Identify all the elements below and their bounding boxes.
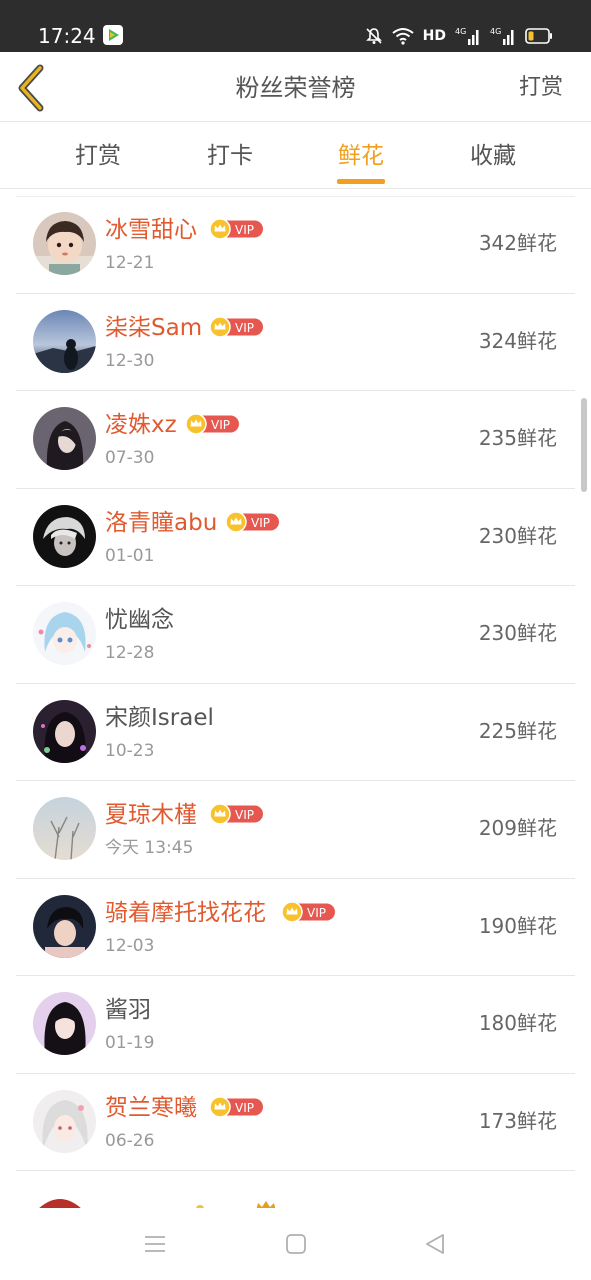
list-item[interactable]: 冰雪甜心 VIP 12-21 342鲜花 xyxy=(0,196,591,294)
tab-checkin[interactable]: 打卡 xyxy=(180,141,280,171)
vip-badge: VIP xyxy=(224,510,280,533)
fan-name[interactable]: 贺兰寒曦 xyxy=(105,1093,197,1123)
battery-icon xyxy=(525,28,553,44)
tab-favorites[interactable]: 收藏 xyxy=(443,141,543,171)
vip-badge: VIP xyxy=(280,900,336,923)
fan-name[interactable]: 骑着摩托找花花 xyxy=(105,898,266,928)
list-item[interactable]: 夏琼木槿 VIP 今天 13:45 209鲜花 xyxy=(0,781,591,879)
vip-label: VIP xyxy=(235,223,254,237)
reward-button[interactable]: 打赏 xyxy=(519,72,563,104)
avatar[interactable] xyxy=(33,309,96,373)
vip-badge: VIP xyxy=(184,413,240,435)
fan-name[interactable]: 洛青瞳abu xyxy=(105,508,217,538)
list-item[interactable]: 酱羽 01-19 180鲜花 xyxy=(0,976,591,1074)
fan-name[interactable]: 凌姝xz xyxy=(105,410,177,440)
svg-text:4G: 4G xyxy=(490,27,501,36)
fan-name[interactable]: 冰雪甜心 xyxy=(105,215,197,245)
list-item[interactable]: 柒柒Sam VIP 12-30 324鲜花 xyxy=(0,294,591,391)
avatar[interactable] xyxy=(33,602,96,665)
status-bar: 17:24 HD 4G 4G xyxy=(0,0,591,52)
menu-icon[interactable] xyxy=(143,1232,167,1256)
avatar[interactable] xyxy=(33,699,96,763)
flower-count: 173鲜花 xyxy=(478,1108,557,1133)
flower-count: 190鲜花 xyxy=(478,913,557,938)
avatar[interactable] xyxy=(33,797,96,860)
fan-date: 12-21 xyxy=(105,253,155,273)
avatar[interactable] xyxy=(33,407,96,470)
vip-label: VIP xyxy=(251,516,270,530)
avatar[interactable] xyxy=(33,504,96,568)
tab-reward[interactable]: 打赏 xyxy=(48,141,148,171)
fan-name[interactable]: 宋颜Israel xyxy=(105,703,214,733)
signal-4g-icon: 4G xyxy=(490,26,516,46)
fan-date: 12-30 xyxy=(105,350,155,371)
flower-count: 324鲜花 xyxy=(478,328,557,353)
vip-label: VIP xyxy=(235,321,254,335)
vip-badge: VIP xyxy=(208,218,264,240)
list-item[interactable]: 骑着摩托找花花 VIP 12-03 190鲜花 xyxy=(0,879,591,976)
active-tab-indicator xyxy=(337,179,385,184)
list-item[interactable]: 凌姝xz VIP 07-30 235鲜花 xyxy=(0,391,591,489)
fan-date: 12-03 xyxy=(105,935,155,956)
fan-date: 01-01 xyxy=(105,545,155,566)
fan-ranking-list[interactable]: 冰雪甜心 VIP 12-21 342鲜花 柒柒Sam VIP 12-30 324… xyxy=(0,196,591,1208)
fan-name[interactable]: 柒柒Sam xyxy=(105,313,202,343)
avatar[interactable] xyxy=(33,894,96,958)
app-badge-icon xyxy=(103,25,123,45)
fan-date: 06-26 xyxy=(105,1130,155,1151)
vip-label: VIP xyxy=(307,906,326,920)
fan-date: 07-30 xyxy=(105,448,155,468)
list-item[interactable]: 宋颜Israel 10-23 225鲜花 xyxy=(0,684,591,781)
fan-name[interactable]: 酱羽 xyxy=(105,995,151,1025)
fan-date: 01-19 xyxy=(105,1033,155,1053)
vip-label: VIP xyxy=(211,418,230,432)
fan-date: 10-23 xyxy=(105,740,155,761)
avatar[interactable] xyxy=(33,212,96,275)
flower-count: 209鲜花 xyxy=(478,816,557,840)
list-item[interactable]: 贺兰寒曦 VIP 06-26 173鲜花 xyxy=(0,1074,591,1171)
mute-bell-icon xyxy=(365,27,383,45)
flower-count: 230鲜花 xyxy=(478,523,557,548)
vip-label: VIP xyxy=(235,1101,254,1115)
fan-name[interactable]: 夏琼木槿 xyxy=(105,800,197,830)
fan-name[interactable]: 忧幽念 xyxy=(105,605,174,635)
flower-count: 225鲜花 xyxy=(478,718,557,743)
vip-label: VIP xyxy=(235,808,254,822)
signal-4g-icon: 4G xyxy=(455,26,481,46)
back-triangle-icon[interactable] xyxy=(423,1232,447,1256)
flower-count: 342鲜花 xyxy=(478,231,557,255)
system-nav-bar xyxy=(0,1208,591,1280)
tab-flowers[interactable]: 鲜花 xyxy=(311,141,411,171)
flower-count: 230鲜花 xyxy=(478,621,557,645)
app-header: 粉丝荣誉榜 打赏 xyxy=(0,52,591,122)
scrollbar[interactable] xyxy=(581,398,587,492)
page-title: 粉丝荣誉榜 xyxy=(235,74,356,102)
vip-badge: VIP xyxy=(208,1095,264,1118)
tab-bar: 打赏 打卡 鲜花 收藏 xyxy=(0,123,591,189)
flower-count: 180鲜花 xyxy=(478,1011,557,1035)
flower-count: 235鲜花 xyxy=(478,426,557,450)
avatar[interactable] xyxy=(33,1089,96,1153)
list-item[interactable]: 忧幽念 12-28 230鲜花 xyxy=(0,586,591,684)
divider xyxy=(16,1170,575,1171)
avatar[interactable] xyxy=(33,992,96,1055)
fan-date: 今天 13:45 xyxy=(105,838,194,858)
vip-badge: VIP xyxy=(208,803,264,825)
fan-date: 12-28 xyxy=(105,643,155,663)
status-time: 17:24 xyxy=(38,24,96,48)
list-item[interactable]: 洛青瞳abu VIP 01-01 230鲜花 xyxy=(0,489,591,586)
wifi-icon xyxy=(392,27,414,45)
network-label: HD xyxy=(422,28,446,44)
home-square-icon[interactable] xyxy=(284,1232,308,1256)
svg-text:4G: 4G xyxy=(455,27,466,36)
status-icons: HD 4G 4G xyxy=(365,25,553,47)
list-item-partial xyxy=(0,1196,591,1208)
vip-badge: VIP xyxy=(208,315,264,338)
